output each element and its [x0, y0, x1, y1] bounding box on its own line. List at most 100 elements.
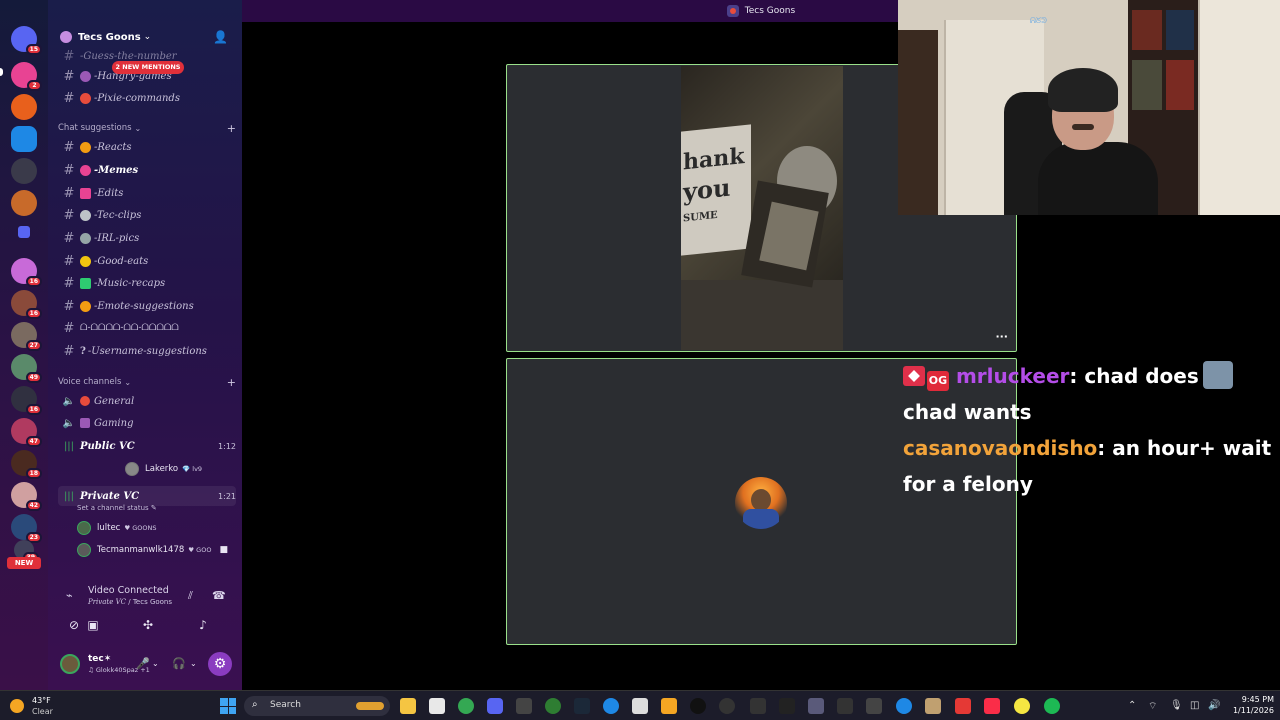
user-tag: ♥ GOONS: [124, 524, 157, 532]
server-icon[interactable]: 42: [11, 482, 42, 511]
category-chat-suggestions[interactable]: Chat suggestions ⌄ +: [58, 121, 236, 135]
channel-status[interactable]: Set a channel status ✎: [77, 504, 157, 512]
microphone-icon[interactable]: 🎤: [136, 657, 150, 670]
avatar-face: [751, 489, 771, 511]
add-channel-icon[interactable]: +: [227, 376, 236, 389]
activities-icon[interactable]: ✣: [140, 618, 156, 632]
hash-icon: #: [63, 320, 75, 336]
server-icon[interactable]: 16: [11, 258, 42, 287]
noise-suppression-icon[interactable]: ⫽: [188, 589, 193, 603]
xbox-icon[interactable]: [545, 698, 561, 714]
microphone-tray-icon[interactable]: 🎙: [1170, 700, 1183, 711]
vc-user-lakerko[interactable]: Lakerko 💎 lv9: [125, 461, 202, 477]
channel-divider[interactable]: # ᗝ-ᗝᗝᗝᗝ-ᗝᗝ-ᗝᗝᗝᗝᗝ: [58, 318, 236, 338]
user-name[interactable]: tec✶: [88, 654, 111, 664]
app-icon[interactable]: [690, 698, 706, 714]
channel-pixie-commands[interactable]: # -Pixie-commands: [58, 88, 236, 108]
screen-share-icon[interactable]: ▣: [85, 618, 101, 632]
app-icon[interactable]: [632, 698, 648, 714]
volume-icon[interactable]: 🔊: [1208, 700, 1220, 711]
channel-username-suggestions[interactable]: # ? -Username-suggestions: [58, 341, 236, 361]
server-icon[interactable]: 27: [11, 322, 42, 351]
app-icon[interactable]: [808, 698, 824, 714]
channel-good-eats[interactable]: # -Good-eats: [58, 251, 236, 271]
obs-icon[interactable]: [750, 698, 766, 714]
calculator-icon[interactable]: [429, 698, 445, 714]
server-icon[interactable]: 49: [11, 354, 42, 383]
taskbar-search[interactable]: ⌕ Search: [244, 696, 390, 716]
channel-emoji-icon: [80, 418, 90, 428]
vc-user-lultec[interactable]: lultec ♥ GOONS: [77, 520, 157, 536]
app-icon[interactable]: [661, 698, 677, 714]
network-icon[interactable]: ⌔: [1148, 700, 1157, 713]
app-icon[interactable]: [866, 698, 882, 714]
channel-edits[interactable]: # -Edits: [58, 183, 236, 203]
channel-music-recaps[interactable]: # -Music-recaps: [58, 273, 236, 293]
invite-people-icon[interactable]: 👤: [213, 30, 228, 44]
vc-user-tecmanmanwlk1478[interactable]: Tecmanmanwlk1478 ♥ GOO ■: [77, 542, 228, 558]
category-voice-channels[interactable]: Voice channels ⌄ +: [58, 375, 236, 389]
app-icon[interactable]: [837, 698, 853, 714]
app-icon[interactable]: [516, 698, 532, 714]
streamer-mustache: [1072, 124, 1094, 130]
new-mentions-pill[interactable]: 2 NEW MENTIONS: [112, 61, 184, 74]
new-servers-tag[interactable]: NEW: [7, 557, 41, 569]
server-icon[interactable]: [11, 126, 37, 152]
chevron-up-icon[interactable]: ⌃: [1128, 700, 1136, 711]
chat-text-continued: chad wants: [903, 400, 1032, 424]
add-channel-icon[interactable]: +: [227, 122, 236, 135]
channel-tec-clips[interactable]: # -Tec-clips: [58, 205, 236, 225]
server-rail: 15 2 16 16 27 49 16 47 18 42 23 NEW: [0, 0, 48, 690]
voice-channel-gaming[interactable]: 🔈 Gaming: [58, 413, 236, 433]
browser-icon[interactable]: [603, 698, 619, 714]
chevron-down-icon[interactable]: ⌄: [152, 659, 159, 668]
camera-off-icon[interactable]: ⊘: [66, 618, 82, 632]
server-icon[interactable]: 16: [11, 386, 42, 415]
voice-channel-private-vc[interactable]: ||| Private VC 1:21: [58, 486, 236, 506]
voice-channel-public-vc[interactable]: ||| Public VC 1:12: [58, 436, 236, 456]
gear-icon[interactable]: ⚙: [208, 652, 232, 676]
folder-icon[interactable]: [18, 226, 30, 238]
settings-icon[interactable]: [719, 698, 735, 714]
steam-icon[interactable]: [574, 698, 590, 714]
system-clock[interactable]: 9:45 PM 1/11/2026: [1224, 694, 1274, 716]
server-icon[interactable]: 47: [11, 418, 42, 447]
app-icon[interactable]: [1014, 698, 1030, 714]
app-icon[interactable]: [896, 698, 912, 714]
avatar[interactable]: [60, 654, 80, 674]
app-icon[interactable]: [779, 698, 795, 714]
server-icon-football[interactable]: [11, 94, 37, 120]
direct-messages-icon[interactable]: 15: [11, 26, 42, 55]
spotify-icon[interactable]: [1044, 698, 1060, 714]
avatar: [125, 462, 139, 476]
server-icon[interactable]: 23: [11, 514, 42, 543]
server-icon[interactable]: [11, 190, 37, 216]
server-icon[interactable]: 18: [11, 450, 42, 479]
windows-start-icon[interactable]: [220, 698, 236, 714]
user-tag: 💎 lv9: [182, 465, 203, 473]
app-icon[interactable]: [955, 698, 971, 714]
weather-widget[interactable]: 43°F Clear: [10, 695, 70, 717]
chrome-icon[interactable]: [458, 698, 474, 714]
more-options-icon[interactable]: ···: [995, 330, 1008, 343]
disconnect-icon[interactable]: ☎: [212, 589, 226, 602]
voice-channel-general[interactable]: 🔈 General: [58, 391, 236, 411]
discord-icon[interactable]: [487, 698, 503, 714]
server-icon[interactable]: 2: [11, 62, 42, 91]
channel-reacts[interactable]: # -Reacts: [58, 137, 236, 157]
channel-emote-suggestions[interactable]: # -Emote-suggestions: [58, 296, 236, 316]
file-explorer-icon[interactable]: [400, 698, 416, 714]
app-icon[interactable]: [925, 698, 941, 714]
server-icon-tbetphi[interactable]: [11, 158, 37, 184]
channel-memes[interactable]: # -Memes: [58, 160, 236, 180]
unread-badge: 2: [27, 80, 42, 91]
channel-irl-pics[interactable]: # -IRL-pics: [58, 228, 236, 248]
search-highlight-icon: [356, 702, 384, 710]
voice-status[interactable]: Video Connected: [88, 585, 169, 596]
wifi-icon[interactable]: ◫: [1190, 700, 1199, 711]
chevron-down-icon[interactable]: ⌄: [190, 659, 197, 668]
server-icon[interactable]: 16: [11, 290, 42, 319]
soundboard-icon[interactable]: ♪: [195, 618, 211, 632]
apple-music-icon[interactable]: [984, 698, 1000, 714]
headphones-icon[interactable]: 🎧: [172, 657, 186, 670]
